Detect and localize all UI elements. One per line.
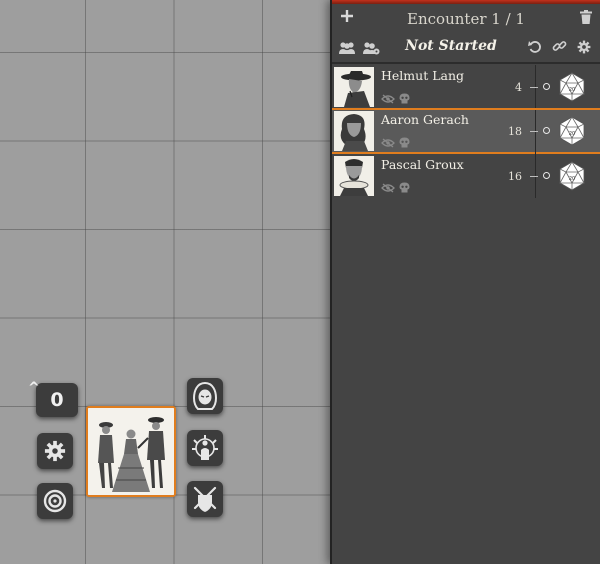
- visibility-button[interactable]: [187, 378, 223, 414]
- initiative-dash: [530, 131, 538, 132]
- token-image[interactable]: [86, 406, 176, 497]
- combatant-row[interactable]: Helmut Lang 4 20: [332, 65, 600, 109]
- skull-icon[interactable]: [399, 89, 410, 108]
- initiative-dash: [530, 87, 538, 88]
- effects-button[interactable]: [187, 430, 223, 466]
- encounter-title: Encounter 1 / 1: [407, 10, 525, 28]
- target-button[interactable]: [37, 483, 73, 519]
- initiative-marker: [543, 172, 550, 179]
- initiative-divider: [535, 110, 536, 154]
- target-icon: [43, 489, 67, 513]
- eye-slash-icon[interactable]: [381, 178, 395, 197]
- combat-icon: [193, 486, 217, 512]
- combatant-name: Helmut Lang: [381, 68, 465, 83]
- elevation-value[interactable]: 0: [50, 389, 63, 411]
- combat-tracker-panel: Encounter 1 / 1 Not Started Helmut Lang …: [330, 0, 600, 564]
- eye-slash-icon[interactable]: [381, 133, 395, 152]
- initiative-value[interactable]: 16: [508, 170, 522, 183]
- gear-icon: [44, 440, 66, 462]
- header-divider: [332, 62, 600, 64]
- initiative-value[interactable]: 4: [515, 81, 522, 94]
- combatant-name: Aaron Gerach: [381, 112, 469, 127]
- hooded-figure-icon: [192, 382, 218, 410]
- encounter-header: Encounter 1 / 1: [332, 6, 600, 32]
- initiative-dash: [530, 176, 538, 177]
- svg-text:20: 20: [569, 87, 575, 93]
- link-icon[interactable]: [552, 39, 567, 58]
- chevron-up-icon[interactable]: ^: [28, 380, 40, 396]
- token-illustration: [88, 408, 174, 495]
- roll-npc-icon[interactable]: [362, 40, 380, 59]
- trash-icon[interactable]: [580, 9, 592, 28]
- encounter-controls: Not Started: [332, 36, 600, 60]
- eye-slash-icon[interactable]: [381, 89, 395, 108]
- svg-text:20: 20: [569, 176, 575, 182]
- combatant-name: Pascal Groux: [381, 157, 464, 172]
- combatant-portrait: [334, 156, 374, 196]
- combatant-portrait: [334, 111, 374, 151]
- effects-icon: [192, 435, 218, 460]
- initiative-marker: [543, 127, 550, 134]
- d20-icon[interactable]: 20: [558, 161, 586, 195]
- reset-icon[interactable]: [528, 39, 542, 58]
- combatant-row-active[interactable]: Aaron Gerach 18 20: [332, 108, 600, 154]
- initiative-marker: [543, 83, 550, 90]
- combatant-row[interactable]: Pascal Groux 16 20: [332, 154, 600, 198]
- d20-icon[interactable]: 20: [558, 72, 586, 106]
- gear-icon[interactable]: [577, 39, 591, 58]
- skull-icon[interactable]: [399, 133, 410, 152]
- toggle-combat-button[interactable]: [187, 481, 223, 517]
- combat-status: Not Started: [405, 38, 497, 54]
- token-config-button[interactable]: [37, 433, 73, 469]
- skull-icon[interactable]: [399, 178, 410, 197]
- panel-top-accent: [332, 0, 600, 4]
- d20-icon[interactable]: 20: [558, 116, 586, 150]
- elevation-control[interactable]: ^ 0: [28, 380, 78, 417]
- initiative-value[interactable]: 18: [508, 125, 522, 138]
- roll-all-icon[interactable]: [338, 40, 356, 59]
- combatant-portrait: [334, 67, 374, 107]
- svg-text:20: 20: [569, 131, 575, 137]
